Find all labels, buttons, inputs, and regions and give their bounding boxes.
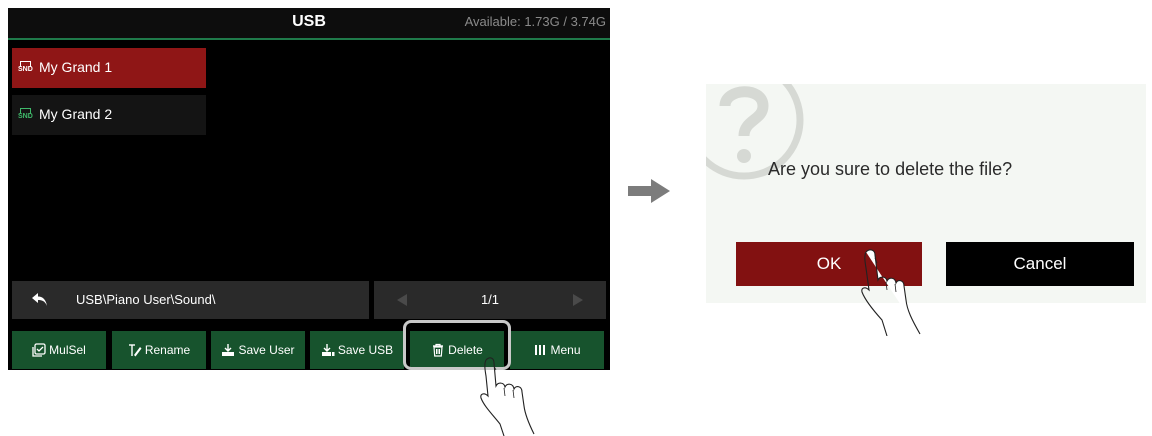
prev-page-button[interactable]: [374, 281, 430, 319]
file-item-my-grand-1[interactable]: SND My Grand 1: [12, 48, 206, 88]
pointing-hand-icon: [480, 357, 535, 436]
save-user-icon: [221, 343, 235, 357]
menu-label: Menu: [550, 343, 581, 357]
next-page-button[interactable]: [550, 281, 606, 319]
title-bar: USB Available: 1.73G / 3.74G: [8, 8, 610, 40]
triangle-right-icon: [573, 294, 583, 306]
triangle-left-icon: [397, 294, 407, 306]
pointing-hand-icon: [861, 249, 921, 336]
save-usb-icon: [321, 343, 335, 357]
path-bar: USB\Piano User\Sound\: [12, 281, 369, 319]
current-path: USB\Piano User\Sound\: [76, 292, 216, 307]
page-indicator: 1/1: [480, 292, 500, 307]
file-item-my-grand-2[interactable]: SND My Grand 2: [12, 95, 206, 135]
storage-available: Available: 1.73G / 3.74G: [464, 14, 606, 29]
pen-icon: [128, 343, 142, 357]
usb-file-browser: USB Available: 1.73G / 3.74G SND My Gran…: [8, 8, 610, 370]
rename-button[interactable]: Rename: [112, 331, 206, 369]
back-arrow-icon: [32, 293, 47, 306]
cancel-label: Cancel: [1013, 254, 1067, 273]
sound-file-icon: SND: [18, 108, 34, 122]
save-usb-button[interactable]: Save USB: [310, 331, 404, 369]
cancel-button[interactable]: Cancel: [946, 242, 1134, 286]
mulsel-button[interactable]: MulSel: [12, 331, 106, 369]
pager: 1/1: [374, 281, 606, 319]
mulsel-label: MulSel: [49, 343, 86, 357]
right-arrow-icon: [628, 179, 670, 203]
ok-label: OK: [816, 254, 842, 273]
menu-bars-icon: [533, 343, 547, 357]
rename-label: Rename: [144, 343, 191, 357]
back-button[interactable]: [12, 281, 68, 319]
sound-file-icon: SND: [18, 61, 34, 75]
multi-select-icon: [32, 343, 46, 357]
save-usb-label: Save USB: [337, 343, 394, 357]
dialog-message: Are you sure to delete the file?: [768, 159, 1013, 179]
save-user-label: Save User: [238, 343, 295, 357]
save-user-button[interactable]: Save User: [211, 331, 305, 369]
file-name: My Grand 1: [39, 59, 113, 75]
file-name: My Grand 2: [39, 106, 113, 122]
